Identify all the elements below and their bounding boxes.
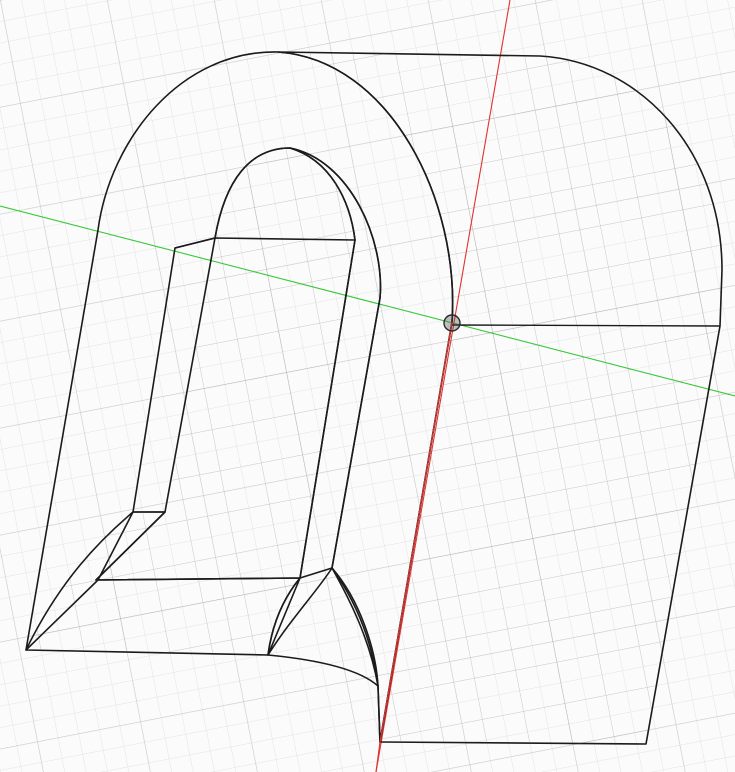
3d-viewport-canvas[interactable] xyxy=(0,0,735,772)
origin-point-icon[interactable] xyxy=(443,314,461,332)
